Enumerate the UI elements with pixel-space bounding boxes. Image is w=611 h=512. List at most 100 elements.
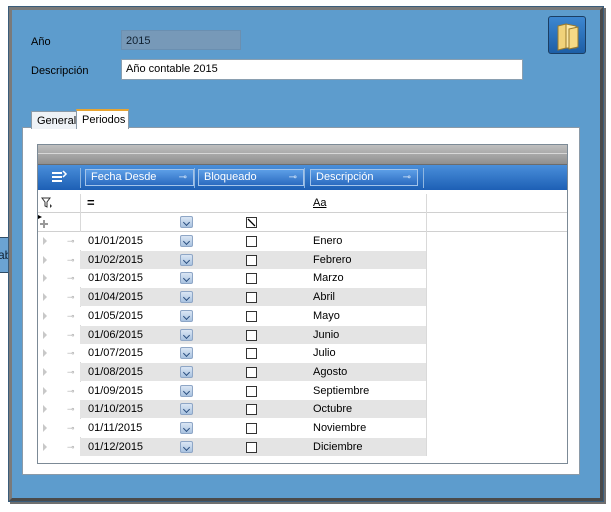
fecha-dropdown[interactable] bbox=[180, 384, 193, 397]
fecha-desde-cell[interactable]: 01/01/2015 bbox=[88, 232, 143, 250]
pin-icon[interactable]: ⊸ bbox=[403, 170, 411, 185]
bloqueado-checkbox[interactable] bbox=[246, 273, 257, 285]
descripcion-cell[interactable]: Julio bbox=[313, 344, 336, 362]
row-selector-icon[interactable] bbox=[43, 405, 47, 414]
fecha-desde-cell[interactable]: 01/06/2015 bbox=[88, 326, 143, 344]
descripcion-cell[interactable]: Septiembre bbox=[313, 382, 369, 400]
row-selector-icon[interactable] bbox=[43, 311, 47, 320]
fecha-dropdown[interactable] bbox=[180, 291, 193, 304]
bloqueado-checkbox[interactable] bbox=[246, 366, 257, 378]
row-pin-icon[interactable]: ⊸ bbox=[67, 288, 75, 306]
descripcion-cell[interactable]: Febrero bbox=[313, 251, 352, 269]
descripcion-cell[interactable]: Noviembre bbox=[313, 419, 366, 437]
fecha-desde-cell[interactable]: 01/09/2015 bbox=[88, 382, 143, 400]
bloqueado-checkbox[interactable] bbox=[246, 254, 257, 266]
fecha-desde-cell[interactable]: 01/02/2015 bbox=[88, 251, 143, 269]
table-row[interactable]: ⊸ 01/10/2015 Octubre bbox=[38, 400, 567, 419]
fecha-dropdown[interactable] bbox=[180, 235, 193, 247]
table-row[interactable]: ⊸ 01/03/2015 Marzo bbox=[38, 269, 567, 288]
tab-general[interactable]: General bbox=[31, 111, 77, 129]
table-row[interactable]: ⊸ 01/08/2015 Agosto bbox=[38, 362, 567, 381]
bloqueado-checkbox[interactable] bbox=[246, 348, 257, 360]
bloqueado-checkbox[interactable] bbox=[246, 404, 257, 416]
fecha-desde-cell[interactable]: 01/08/2015 bbox=[88, 363, 143, 381]
bloqueado-checkbox[interactable] bbox=[246, 423, 257, 434]
row-pin-icon[interactable]: ⊸ bbox=[67, 363, 75, 381]
row-pin-icon[interactable]: ⊸ bbox=[67, 419, 75, 437]
fecha-desde-cell[interactable]: 01/10/2015 bbox=[88, 400, 143, 418]
row-selector-icon[interactable] bbox=[43, 367, 47, 376]
column-chooser-icon[interactable] bbox=[48, 169, 68, 185]
descripcion-filter-operator[interactable]: Aa bbox=[313, 194, 326, 212]
column-header-fecha-desde[interactable]: Fecha Desde ⊸ bbox=[85, 169, 194, 186]
bloqueado-checkbox[interactable] bbox=[246, 441, 257, 453]
year-field[interactable]: 2015 bbox=[121, 30, 241, 50]
table-row[interactable]: ⊸ 01/02/2015 Febrero bbox=[38, 250, 567, 269]
row-selector-icon[interactable] bbox=[43, 293, 47, 302]
bloqueado-checkbox[interactable] bbox=[246, 329, 257, 341]
table-row[interactable]: ⊸ 01/12/2015 Diciembre bbox=[38, 437, 567, 456]
fecha-dropdown[interactable] bbox=[180, 272, 193, 285]
bloqueado-indeterminate-checkbox[interactable] bbox=[246, 217, 257, 228]
descripcion-cell[interactable]: Enero bbox=[313, 232, 342, 250]
row-selector-icon[interactable] bbox=[43, 255, 47, 264]
bloqueado-checkbox[interactable] bbox=[246, 310, 257, 322]
tab-periodos[interactable]: Periodos bbox=[76, 109, 129, 129]
fecha-desde-cell[interactable]: 01/04/2015 bbox=[88, 288, 143, 306]
table-row[interactable]: ⊸ 01/07/2015 Julio bbox=[38, 344, 567, 363]
row-selector-icon[interactable] bbox=[43, 349, 47, 358]
descripcion-cell[interactable]: Agosto bbox=[313, 363, 347, 381]
new-row[interactable] bbox=[38, 213, 567, 231]
descripcion-cell[interactable]: Abril bbox=[313, 288, 335, 306]
row-pin-icon[interactable]: ⊸ bbox=[67, 251, 75, 269]
row-pin-icon[interactable]: ⊸ bbox=[67, 232, 75, 250]
column-header-bloqueado[interactable]: Bloqueado ⊸ bbox=[198, 169, 304, 186]
table-row[interactable]: ⊸ 01/01/2015 Enero bbox=[38, 232, 567, 250]
table-row[interactable]: ⊸ 01/04/2015 Abril bbox=[38, 288, 567, 307]
fecha-dropdown[interactable] bbox=[180, 422, 193, 434]
filter-icon[interactable] bbox=[41, 197, 53, 209]
description-field[interactable]: Año contable 2015 bbox=[121, 59, 523, 80]
bloqueado-checkbox[interactable] bbox=[246, 385, 257, 397]
row-pin-icon[interactable]: ⊸ bbox=[67, 269, 75, 287]
row-selector-icon[interactable] bbox=[43, 330, 47, 339]
row-pin-icon[interactable]: ⊸ bbox=[67, 344, 75, 362]
table-row[interactable]: ⊸ 01/09/2015 Septiembre bbox=[38, 381, 567, 400]
descripcion-cell[interactable]: Octubre bbox=[313, 400, 352, 418]
bloqueado-checkbox[interactable] bbox=[246, 236, 257, 247]
descripcion-cell[interactable]: Mayo bbox=[313, 307, 340, 325]
row-selector-icon[interactable] bbox=[43, 386, 47, 395]
fecha-desde-cell[interactable]: 01/07/2015 bbox=[88, 344, 143, 362]
fecha-desde-cell[interactable]: 01/05/2015 bbox=[88, 307, 143, 325]
descripcion-cell[interactable]: Diciembre bbox=[313, 438, 363, 456]
pin-icon[interactable]: ⊸ bbox=[289, 170, 297, 185]
row-pin-icon[interactable]: ⊸ bbox=[67, 400, 75, 418]
fecha-desde-cell[interactable]: 01/11/2015 bbox=[88, 419, 142, 437]
table-row[interactable]: ⊸ 01/05/2015 Mayo bbox=[38, 306, 567, 325]
open-folder-button[interactable] bbox=[548, 16, 586, 54]
row-pin-icon[interactable]: ⊸ bbox=[67, 307, 75, 325]
fecha-desde-cell[interactable]: 01/03/2015 bbox=[88, 269, 143, 287]
fecha-desde-cell[interactable]: 01/12/2015 bbox=[88, 438, 143, 456]
descripcion-cell[interactable]: Marzo bbox=[313, 269, 344, 287]
fecha-dropdown[interactable] bbox=[180, 328, 193, 341]
fecha-dropdown[interactable] bbox=[180, 253, 193, 266]
bloqueado-checkbox[interactable] bbox=[246, 292, 257, 304]
add-row-icon[interactable] bbox=[38, 215, 52, 229]
row-selector-icon[interactable] bbox=[43, 237, 47, 245]
row-pin-icon[interactable]: ⊸ bbox=[67, 326, 75, 344]
fecha-dropdown[interactable] bbox=[180, 309, 193, 322]
fecha-dropdown[interactable] bbox=[180, 440, 193, 453]
row-selector-icon[interactable] bbox=[43, 424, 47, 432]
column-header-descripcion[interactable]: Descripción ⊸ bbox=[310, 169, 418, 186]
pin-icon[interactable]: ⊸ bbox=[179, 170, 187, 185]
table-row[interactable]: ⊸ 01/11/2015 Noviembre bbox=[38, 419, 567, 437]
fecha-filter-operator[interactable]: = bbox=[87, 194, 95, 212]
row-selector-icon[interactable] bbox=[43, 274, 47, 283]
row-pin-icon[interactable]: ⊸ bbox=[67, 382, 75, 400]
fecha-dropdown[interactable] bbox=[180, 403, 193, 416]
fecha-dropdown[interactable] bbox=[180, 365, 193, 378]
row-selector-icon[interactable] bbox=[43, 442, 47, 451]
table-row[interactable]: ⊸ 01/06/2015 Junio bbox=[38, 325, 567, 344]
descripcion-cell[interactable]: Junio bbox=[313, 326, 339, 344]
